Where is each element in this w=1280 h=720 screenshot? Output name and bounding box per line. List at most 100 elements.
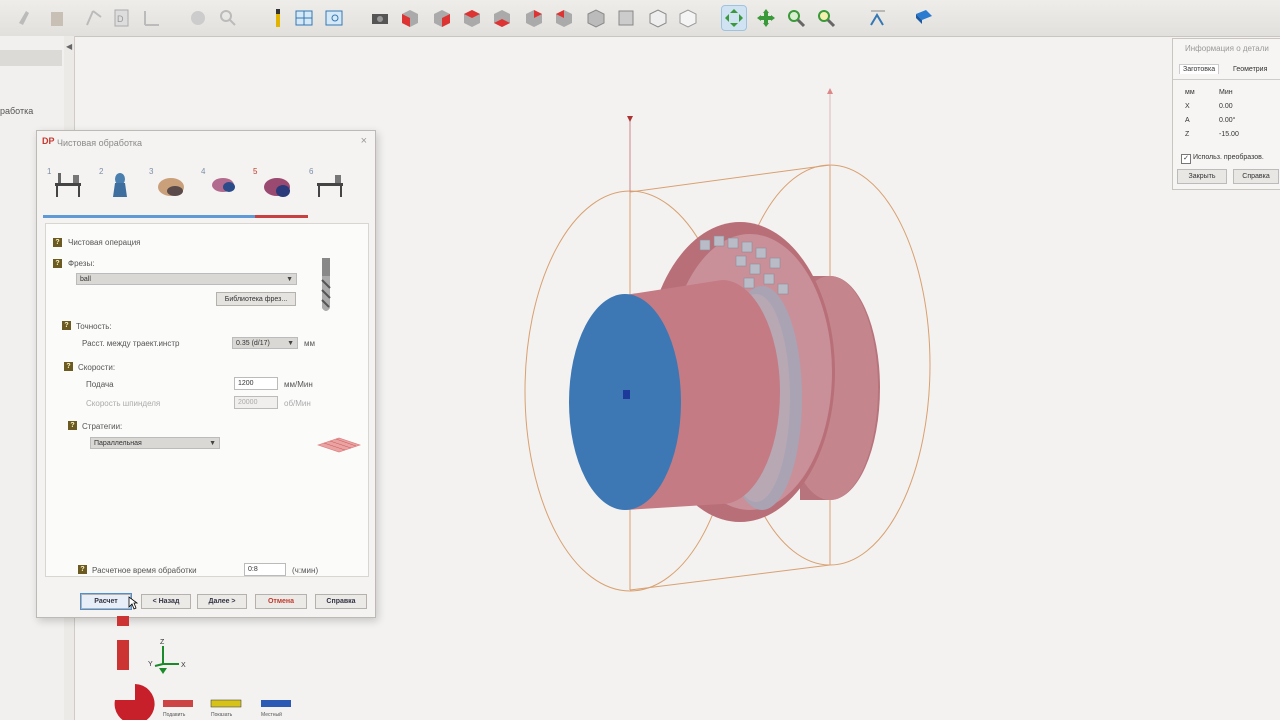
info-tabs: Заготовка Геометрия [1173, 63, 1280, 80]
feed-label: Подача [86, 380, 114, 389]
red-marker-icon [117, 616, 129, 626]
help-icon[interactable]: ? [53, 259, 62, 268]
chevron-down-icon: ▼ [287, 340, 294, 347]
help-icon[interactable]: ? [53, 238, 62, 247]
zoom-icon[interactable] [784, 6, 808, 30]
strategy-select[interactable]: Параллельная ▼ [90, 437, 220, 449]
axis-a-min: 0.00° [1219, 117, 1236, 124]
red-bar-icon [117, 640, 129, 670]
wizard-steps: 1 2 3 4 5 6 [37, 161, 375, 217]
axis-x-label: X [1185, 103, 1190, 110]
use-transform-label: Использ. преобразов. [1193, 154, 1264, 161]
local-label: Местный [261, 711, 282, 718]
spindle-speed-label: Скорость шпинделя [86, 399, 161, 408]
magnify-icon[interactable] [216, 6, 240, 30]
tab-stock[interactable]: Заготовка [1179, 64, 1220, 74]
view-left-icon[interactable] [460, 6, 484, 30]
axis-marker-icon [627, 116, 633, 122]
use-transform-checkbox[interactable]: ✓ [1181, 154, 1191, 164]
cutter-library-button[interactable]: Библиотека фрез... [216, 292, 296, 306]
info-close-button[interactable]: Закрыть [1177, 169, 1227, 184]
stepover-select[interactable]: 0.35 (d/17) ▼ [232, 337, 298, 349]
show-icon [210, 699, 242, 708]
zoom-fit-icon[interactable] [814, 6, 838, 30]
part-front-face [569, 294, 681, 510]
help-icon[interactable]: ? [62, 321, 71, 330]
tree-selected-row[interactable] [0, 50, 62, 66]
axis-z-label: Z [160, 639, 165, 646]
stock-icon[interactable] [82, 6, 106, 30]
view-iso1-icon[interactable] [584, 6, 608, 30]
view-back-icon[interactable] [430, 6, 454, 30]
cutter-select[interactable]: ball ▼ [76, 273, 297, 285]
collapse-arrow-icon[interactable]: ◀ [66, 42, 72, 51]
axis-z-min: -15.00 [1219, 131, 1239, 138]
view-front-icon[interactable] [398, 6, 422, 30]
suppress-label: Подавить [163, 712, 186, 718]
model-icon [113, 173, 127, 197]
view-iso3-icon[interactable] [646, 6, 670, 30]
local-icon [261, 700, 291, 707]
accuracy-label: Точность: [76, 322, 112, 331]
help-icon[interactable]: ? [78, 565, 87, 574]
feed-input[interactable]: 1200 [234, 377, 278, 390]
rotate-icon[interactable] [721, 5, 747, 31]
wizard-step-1[interactable]: 1 [47, 161, 87, 209]
fixture-icon[interactable] [46, 6, 70, 30]
machine-icon [55, 173, 81, 197]
section-finish-label: Чистовая операция [68, 238, 141, 247]
wizard-step-5[interactable]: 5 [253, 161, 293, 209]
close-icon[interactable]: × [361, 135, 367, 147]
info-help-button[interactable]: Справка [1233, 169, 1279, 184]
wizard-step-6[interactable]: 6 [309, 161, 349, 209]
measure-icon[interactable] [866, 6, 890, 30]
wcs-icon[interactable] [140, 6, 164, 30]
info-panel-title: Информация о детали [1185, 44, 1269, 53]
dialog-content: ? Чистовая операция ? Фрезы: ball ▼ Библи… [45, 223, 369, 577]
roughing-icon [212, 178, 235, 192]
document-icon[interactable]: D [110, 6, 134, 30]
view-iso2-icon[interactable] [614, 6, 638, 30]
zoom-window-icon[interactable] [322, 6, 346, 30]
cut-icon[interactable] [14, 6, 38, 30]
axis-a-label: A [1185, 117, 1190, 124]
chevron-down-icon: ▼ [286, 276, 293, 283]
book-icon[interactable] [912, 6, 936, 30]
sphere-icon[interactable] [186, 6, 210, 30]
tab-geometry[interactable]: Геометрия [1233, 66, 1267, 73]
finishing-icon [264, 178, 290, 197]
svg-text:D: D [117, 14, 124, 24]
estimated-time-label: Расчетное время обработки [92, 566, 197, 575]
view-iso4-icon[interactable] [676, 6, 700, 30]
help-icon[interactable]: ? [68, 421, 77, 430]
wizard-step-2[interactable]: 2 [99, 161, 139, 209]
cutter-label: Фрезы: [68, 259, 95, 268]
stepover-unit: мм [304, 339, 315, 348]
wizard-step-3[interactable]: 3 [149, 161, 189, 209]
wizard-progress-bar [43, 215, 308, 218]
mouse-cursor-icon [128, 596, 138, 610]
pie-status-icon [114, 684, 155, 720]
camera-icon[interactable] [368, 6, 392, 30]
parallel-strategy-icon [317, 437, 361, 453]
axis-z-label: Z [1185, 131, 1190, 138]
axis-x-label: X [181, 662, 186, 669]
app-logo: DP [42, 136, 55, 146]
show-label: Показать [211, 712, 233, 718]
estimated-time-unit: (ч:мин) [292, 566, 319, 575]
axis-x-min: 0.00 [1219, 103, 1233, 110]
wizard-step-4[interactable]: 4 [201, 161, 241, 209]
part-3d-model [524, 88, 931, 592]
spindle-speed-unit: об/Мин [284, 399, 311, 408]
pan-icon[interactable] [754, 6, 778, 30]
grid-icon[interactable] [292, 6, 316, 30]
view-bottom-icon[interactable] [552, 6, 576, 30]
view-right-icon[interactable] [490, 6, 514, 30]
viewport-bottom-strip: Z X Y Подавить Показать Местный [114, 616, 291, 720]
view-top-icon[interactable] [522, 6, 546, 30]
tool-icon[interactable] [266, 6, 290, 30]
simulation-icon [317, 175, 343, 197]
tree-item-label[interactable]: работка [0, 106, 33, 116]
help-icon[interactable]: ? [64, 362, 73, 371]
ball-end-mill-icon [321, 258, 331, 311]
